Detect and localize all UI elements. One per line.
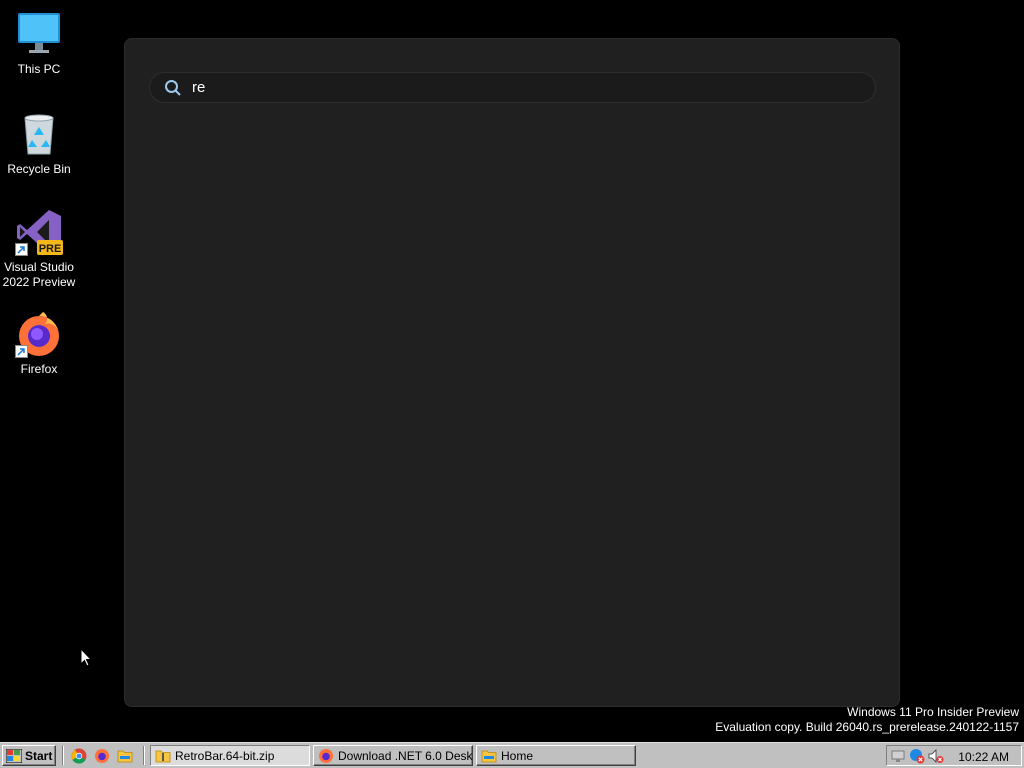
windows-logo-icon	[5, 748, 23, 763]
watermark-build: Evaluation copy. Build 26040.rs_prerelea…	[715, 720, 1019, 734]
start-label: Start	[25, 748, 53, 763]
shortcut-arrow-icon	[15, 345, 28, 358]
folder-icon	[481, 748, 497, 764]
task-label: Home	[501, 748, 534, 763]
pre-badge: PRE	[39, 243, 62, 255]
network-icon[interactable]	[890, 748, 906, 764]
task-label: RetroBar.64-bit.zip	[175, 748, 275, 763]
start-button[interactable]: Start	[2, 745, 56, 766]
firefox-icon[interactable]	[94, 748, 110, 764]
taskbar-separator	[143, 746, 145, 765]
chrome-icon[interactable]	[71, 748, 87, 764]
this-pc-icon	[15, 10, 63, 58]
task-button-firefox-download[interactable]: Download .NET 6.0 Deskt...	[313, 745, 473, 766]
windows-watermark: Windows 11 Pro Insider Preview Evaluatio…	[715, 705, 1019, 735]
watermark-edition: Windows 11 Pro Insider Preview	[847, 705, 1019, 719]
start-search-panel	[124, 38, 900, 707]
desktop-icon-recycle-bin[interactable]: Recycle Bin	[1, 110, 77, 177]
search-input[interactable]	[192, 77, 852, 98]
clock[interactable]: 10:22 AM	[958, 750, 1009, 764]
search-icon	[164, 79, 182, 97]
security-icon[interactable]	[909, 748, 925, 764]
desktop-icon-label: Visual Studio 2022 Preview	[2, 260, 76, 289]
desktop-icon-label: Firefox	[20, 362, 58, 376]
shortcut-arrow-icon	[15, 243, 28, 256]
task-button-retrobar-zip[interactable]: RetroBar.64-bit.zip	[150, 745, 310, 766]
search-box[interactable]	[149, 72, 876, 103]
desktop-icon-this-pc[interactable]: This PC	[1, 10, 77, 77]
zip-folder-icon	[155, 748, 171, 764]
desktop-icon-visual-studio[interactable]: PRE Visual Studio 2022 Preview	[1, 208, 77, 290]
volume-muted-icon[interactable]	[928, 748, 944, 764]
taskbar-separator	[62, 746, 64, 765]
desktop-icon-label: Recycle Bin	[7, 162, 71, 176]
mouse-pointer-icon	[80, 647, 93, 672]
taskbar: Start RetroBar.64-bit.zip Download .NET …	[0, 742, 1024, 768]
visual-studio-icon: PRE	[15, 208, 63, 256]
file-explorer-icon[interactable]	[117, 748, 133, 764]
task-button-home[interactable]: Home	[476, 745, 636, 766]
desktop-icon-label: This PC	[17, 62, 61, 76]
recycle-bin-icon	[15, 110, 63, 158]
task-label: Download .NET 6.0 Deskt...	[338, 748, 473, 763]
firefox-icon	[15, 310, 63, 358]
desktop-icon-firefox[interactable]: Firefox	[1, 310, 77, 377]
system-tray: 10:22 AM	[886, 745, 1022, 766]
firefox-icon	[318, 748, 334, 764]
